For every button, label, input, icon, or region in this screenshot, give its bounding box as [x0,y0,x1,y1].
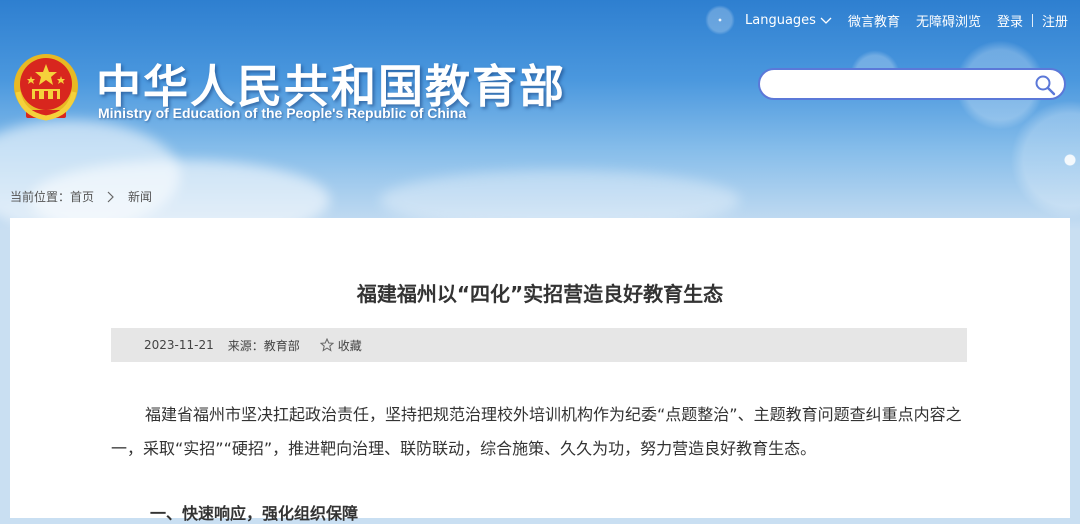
article-subheading: 一、快速响应，强化组织保障 [150,504,359,523]
article-paragraph: 福建省福州市坚决扛起政治责任，坚持把规范治理校外培训机构作为纪委“点题整治”、主… [111,405,962,458]
register-link[interactable]: 注册 [1042,11,1068,30]
publish-date: 2023-11-21 [144,338,214,352]
search-input[interactable] [774,74,1028,96]
article-container: 福建福州以“四化”实招营造良好教育生态 2023-11-21 来源：教育部 收藏… [10,218,1070,523]
search-icon[interactable] [1034,74,1056,96]
breadcrumb-home-link[interactable]: 首页 [70,188,94,205]
chevron-right-icon [107,191,114,202]
chevron-down-icon [820,17,832,24]
languages-menu[interactable]: Languages [745,13,832,28]
favorite-button[interactable]: 收藏 [319,337,362,354]
divider [1031,14,1033,27]
login-link[interactable]: 登录 [997,11,1023,30]
breadcrumb: 当前位置： 首页 新闻 [10,188,152,205]
article-source: 来源：教育部 [227,338,300,353]
favorite-label: 收藏 [337,338,362,353]
breadcrumb-label: 当前位置： [10,190,71,204]
site-title-english: Ministry of Education of the People's Re… [98,105,467,121]
top-navigation: Languages 微言教育 无障碍浏览 登录 注册 [745,11,1068,30]
languages-label: Languages [745,13,816,28]
page-header: Languages 微言教育 无障碍浏览 登录 注册 中华人民共和国教育部 Mi… [0,0,1080,230]
search-box [758,68,1066,100]
national-emblem-icon[interactable] [12,52,80,122]
weiyan-link[interactable]: 微言教育 [848,11,900,30]
dandelion-decoration [705,5,735,35]
article-meta-bar: 2023-11-21 来源：教育部 收藏 [111,328,967,362]
breadcrumb-current[interactable]: 新闻 [128,188,152,205]
article-title: 福建福州以“四化”实招营造良好教育生态 [356,282,724,306]
accessible-browse-link[interactable]: 无障碍浏览 [916,11,981,30]
star-icon [319,338,334,352]
